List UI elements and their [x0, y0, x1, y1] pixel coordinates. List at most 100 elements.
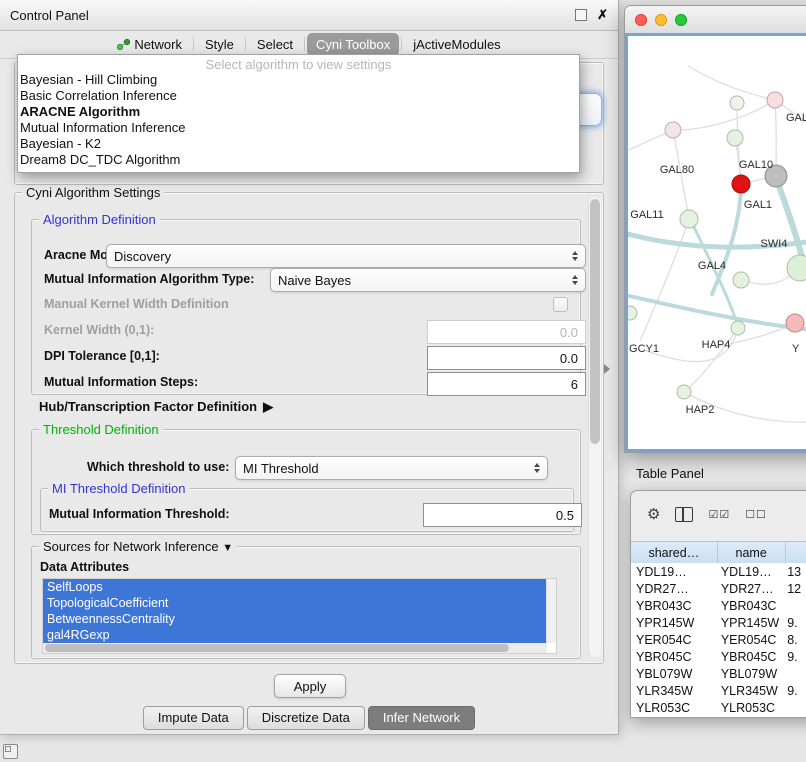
float-window-icon[interactable]: [575, 9, 587, 21]
node-label: GAL4: [698, 260, 726, 272]
cyni-algorithm-settings-group: Cyni Algorithm Settings Algorithm Defini…: [14, 192, 604, 664]
zoom-button[interactable]: [675, 14, 687, 26]
bottom-tab-discretize-data[interactable]: Discretize Data: [247, 706, 365, 730]
node-label: GAL80: [660, 164, 694, 176]
settings-scrollbar[interactable]: [588, 197, 601, 657]
table-row[interactable]: YER054C YER054C 8.: [631, 631, 806, 648]
data-attributes-list[interactable]: SelfLoops TopologicalCoefficient Between…: [42, 578, 557, 654]
table-row[interactable]: YPR145W YPR145W 9.: [631, 614, 806, 631]
field-value: 0.5: [556, 508, 574, 523]
tab-jactivemodules[interactable]: jActiveModules: [404, 33, 509, 56]
cell: YBR043C: [631, 599, 716, 613]
network-node[interactable]: [767, 92, 783, 108]
network-node[interactable]: [677, 385, 691, 399]
sources-expander[interactable]: Sources for Network Inference ▼: [39, 539, 237, 556]
close-icon[interactable]: ✗: [597, 10, 608, 20]
network-node[interactable]: [731, 321, 745, 335]
list-item[interactable]: SelfLoops: [43, 579, 547, 595]
table-header: shared… name: [631, 541, 806, 565]
table-row[interactable]: YDL19… YDL19… 13: [631, 563, 806, 580]
tab-network[interactable]: Network: [108, 33, 191, 56]
cyni-bottom-tabs: Impute Data Discretize Data Infer Networ…: [0, 706, 618, 730]
cell: YBR045C: [631, 650, 716, 664]
network-node[interactable]: [786, 314, 804, 332]
cell: YDL19…: [716, 565, 782, 579]
bottom-tab-infer-network[interactable]: Infer Network: [368, 706, 475, 730]
tab-divider: [245, 37, 246, 51]
node-labels: GAL80 GAL10 GAL11 GAL1 SWI4 GAL4 GCY1 HA…: [629, 112, 806, 416]
network-canvas[interactable]: GAL80 GAL10 GAL11 GAL1 SWI4 GAL4 GCY1 HA…: [625, 33, 806, 452]
tab-select[interactable]: Select: [248, 33, 302, 56]
dropdown-item[interactable]: Bayesian - K2: [18, 136, 579, 152]
network-node[interactable]: [730, 96, 744, 110]
network-node[interactable]: [628, 306, 637, 320]
column-header[interactable]: name: [718, 542, 786, 564]
combo-value: MI Threshold: [243, 461, 319, 476]
aracne-mode-combo[interactable]: Discovery: [106, 244, 586, 268]
network-node[interactable]: [665, 122, 681, 138]
tab-divider: [401, 37, 402, 51]
scrollbar-thumb[interactable]: [45, 644, 509, 652]
panel-divider-arrow-icon[interactable]: [604, 364, 610, 374]
collapsed-panel-icon[interactable]: [3, 744, 18, 759]
network-node[interactable]: [787, 255, 806, 281]
dropdown-item[interactable]: Mutual Information Inference: [18, 120, 579, 136]
cell: 13: [782, 565, 806, 579]
cell: YBL079W: [716, 667, 782, 681]
apply-button[interactable]: Apply: [274, 674, 346, 698]
table-row[interactable]: YBR045C YBR045C 9.: [631, 648, 806, 665]
kernel-width-field[interactable]: 0.0: [427, 320, 586, 344]
select-none-unchecked-icon[interactable]: ☐☐: [745, 508, 767, 521]
tab-label: jActiveModules: [413, 37, 500, 52]
dropdown-item[interactable]: Bayesian - Hill Climbing: [18, 72, 579, 88]
scrollbar-thumb[interactable]: [590, 199, 600, 444]
bottom-tab-impute-data[interactable]: Impute Data: [143, 706, 244, 730]
minimize-button[interactable]: [655, 14, 667, 26]
dropdown-item-selected[interactable]: ARACNE Algorithm: [18, 104, 579, 120]
dropdown-item[interactable]: Basic Correlation Inference: [18, 88, 579, 104]
table-row[interactable]: YDR27… YDR27… 12: [631, 580, 806, 597]
table-row[interactable]: YLR345W YLR345W 9.: [631, 682, 806, 699]
list-horizontal-scrollbar[interactable]: [43, 643, 547, 653]
network-tab-icon: [117, 38, 130, 51]
hub-expander-label: Hub/Transcription Factor Definition: [39, 399, 257, 414]
network-node[interactable]: [733, 272, 749, 288]
gear-icon[interactable]: ⚙: [647, 505, 660, 523]
cell: 9.: [782, 650, 806, 664]
table-window: ⚙ ☑☑ ☐☐ shared… name YDL19… YDL19… 13 YD…: [630, 490, 806, 718]
tab-style[interactable]: Style: [196, 33, 243, 56]
mi-type-combo[interactable]: Naive Bayes: [270, 268, 586, 292]
combo-stepper-icon: [572, 275, 578, 285]
list-item[interactable]: BetweennessCentrality: [43, 611, 547, 627]
hub-expander[interactable]: Hub/Transcription Factor Definition▶: [39, 399, 273, 414]
tab-cyni-toolbox[interactable]: Cyni Toolbox: [307, 33, 399, 56]
tab-divider: [304, 37, 305, 51]
column-header[interactable]: [786, 542, 806, 564]
dpi-tolerance-field[interactable]: 0.0: [427, 346, 586, 370]
table-row[interactable]: YBL079W YBL079W: [631, 665, 806, 682]
manual-kernel-checkbox[interactable]: [553, 297, 568, 312]
dpi-tolerance-label: DPI Tolerance [0,1]:: [44, 349, 160, 364]
column-header[interactable]: shared…: [631, 542, 718, 564]
table-row[interactable]: YLR053C YLR053C: [631, 699, 806, 716]
which-threshold-combo[interactable]: MI Threshold: [235, 456, 548, 480]
column-icon[interactable]: [675, 507, 693, 522]
cell: YBR045C: [716, 650, 782, 664]
mi-steps-label: Mutual Information Steps:: [44, 375, 198, 390]
table-row[interactable]: YBR043C YBR043C: [631, 597, 806, 614]
list-vertical-scrollbar[interactable]: [546, 579, 556, 643]
list-item[interactable]: gal4RGexp: [43, 627, 547, 643]
control-panel-titlebar: Control Panel ✗: [0, 0, 618, 31]
network-node[interactable]: [680, 210, 698, 228]
select-all-checked-icon[interactable]: ☑☑: [708, 508, 730, 521]
combo-value: Discovery: [114, 249, 171, 264]
mi-steps-field[interactable]: 6: [427, 372, 586, 396]
network-node[interactable]: [727, 130, 743, 146]
network-node-red[interactable]: [732, 175, 750, 193]
close-button[interactable]: [635, 14, 647, 26]
list-item[interactable]: TopologicalCoefficient: [43, 595, 547, 611]
cell: YDR27…: [716, 582, 782, 596]
dropdown-item[interactable]: Dream8 DC_TDC Algorithm: [18, 152, 579, 168]
mi-threshold-field[interactable]: 0.5: [423, 503, 582, 527]
cell: 8.: [782, 633, 806, 647]
